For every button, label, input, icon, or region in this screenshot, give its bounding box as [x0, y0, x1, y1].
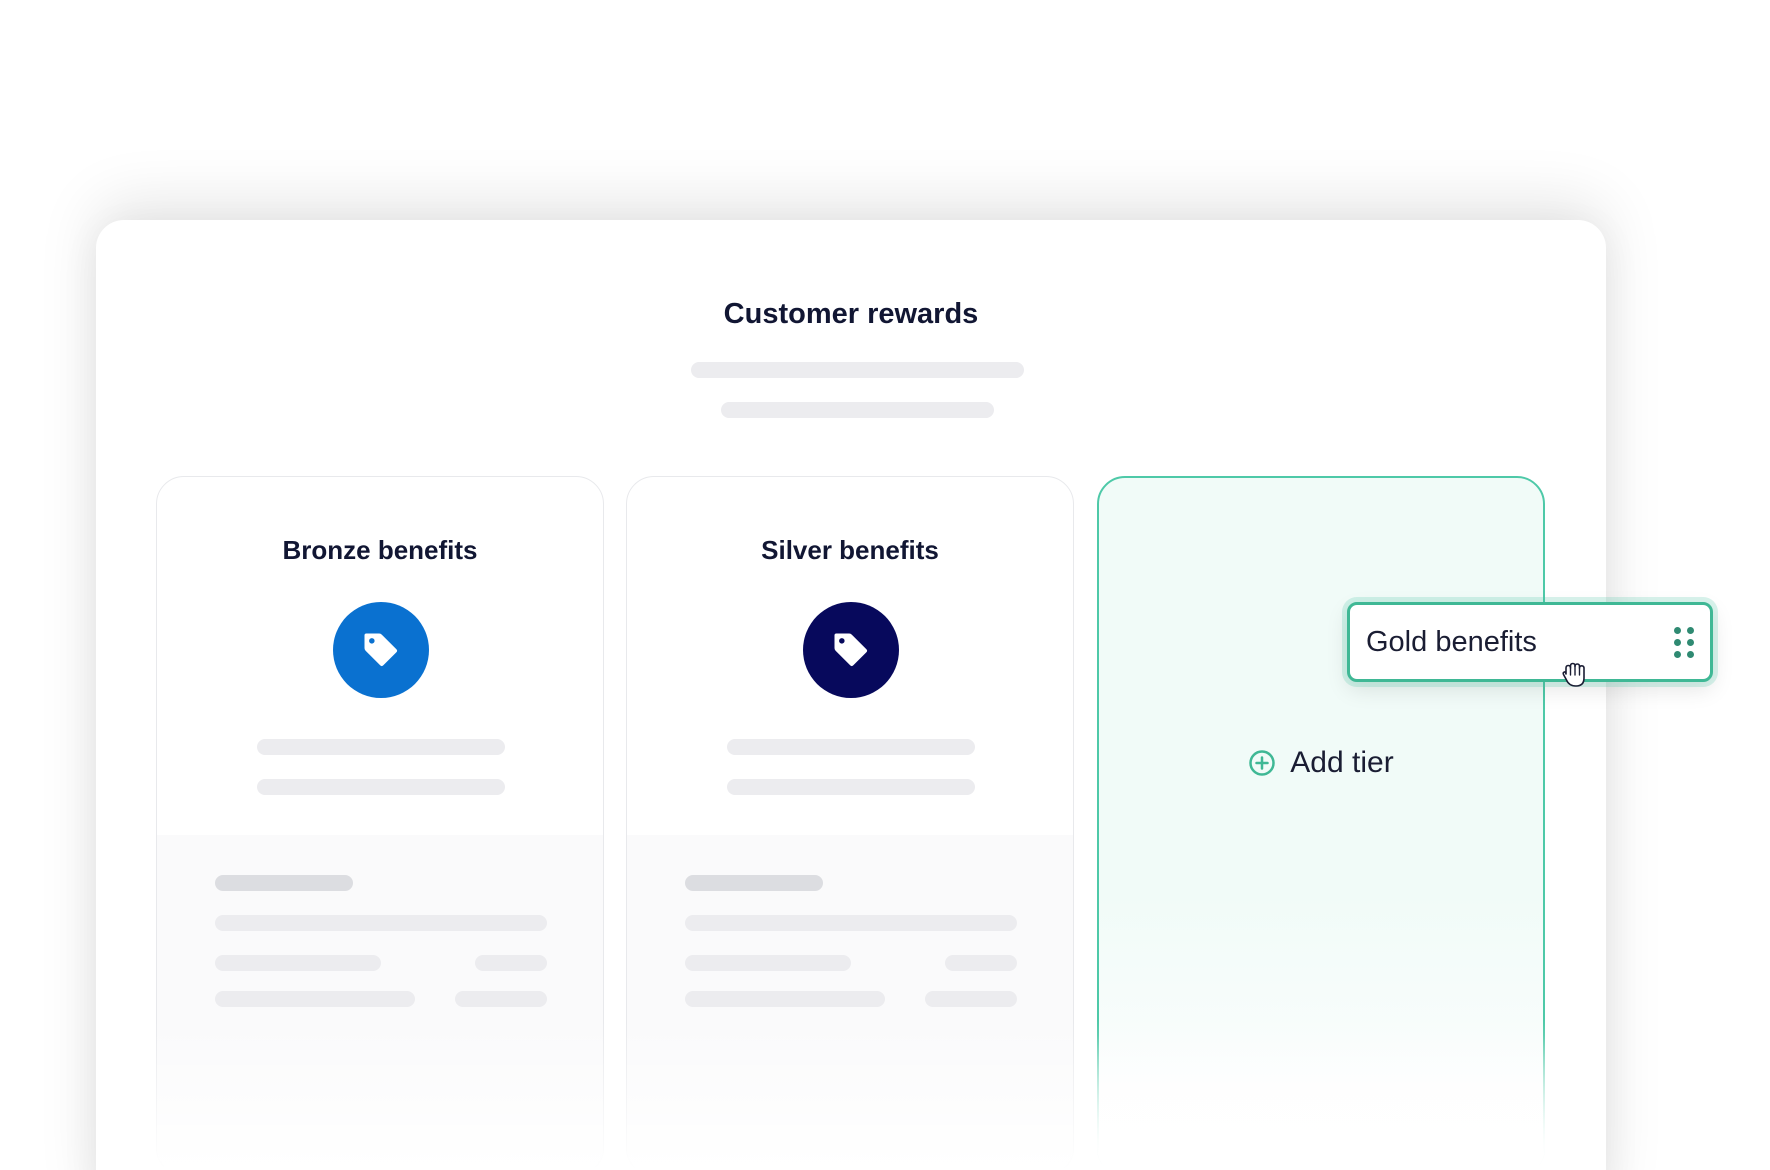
card-details: [627, 835, 1073, 1170]
text-placeholder: [215, 955, 381, 971]
add-tier-dropzone[interactable]: Add tier: [1097, 476, 1545, 1170]
subtitle-placeholder: [691, 362, 1024, 378]
text-placeholder: [215, 991, 415, 1007]
text-placeholder: [925, 991, 1017, 1007]
add-tier-label: Add tier: [1290, 746, 1394, 779]
card-details: [157, 835, 603, 1170]
text-placeholder: [257, 739, 505, 755]
plus-circle-icon: [1249, 750, 1276, 776]
card-title: Silver benefits: [761, 535, 939, 565]
text-placeholder: [685, 875, 823, 891]
page-title: Customer rewards: [723, 298, 979, 330]
grab-cursor-icon: [1562, 662, 1585, 687]
text-placeholder: [455, 991, 547, 1007]
text-placeholder: [475, 955, 547, 971]
chip-label: Gold benefits: [1366, 625, 1537, 658]
text-placeholder: [727, 779, 975, 795]
add-tier-button[interactable]: Add tier: [1099, 746, 1543, 780]
drag-handle-icon[interactable]: [1674, 626, 1694, 658]
bottom-fade: [1097, 1036, 1545, 1170]
text-placeholder: [685, 915, 1017, 931]
text-placeholder: [215, 875, 353, 891]
tier-card-bronze[interactable]: Bronze benefits: [156, 476, 604, 1170]
text-placeholder: [727, 739, 975, 755]
text-placeholder: [257, 779, 505, 795]
text-placeholder: [215, 915, 547, 931]
subtitle-placeholder: [721, 402, 994, 418]
text-placeholder: [945, 955, 1017, 971]
card-title: Bronze benefits: [282, 535, 478, 565]
gold-benefits-drag-item[interactable]: Gold benefits: [1347, 602, 1713, 682]
text-placeholder: [685, 955, 851, 971]
tier-card-silver[interactable]: Silver benefits: [626, 476, 1074, 1170]
text-placeholder: [685, 991, 885, 1007]
tag-icon: [333, 602, 429, 698]
tag-icon: [803, 602, 899, 698]
